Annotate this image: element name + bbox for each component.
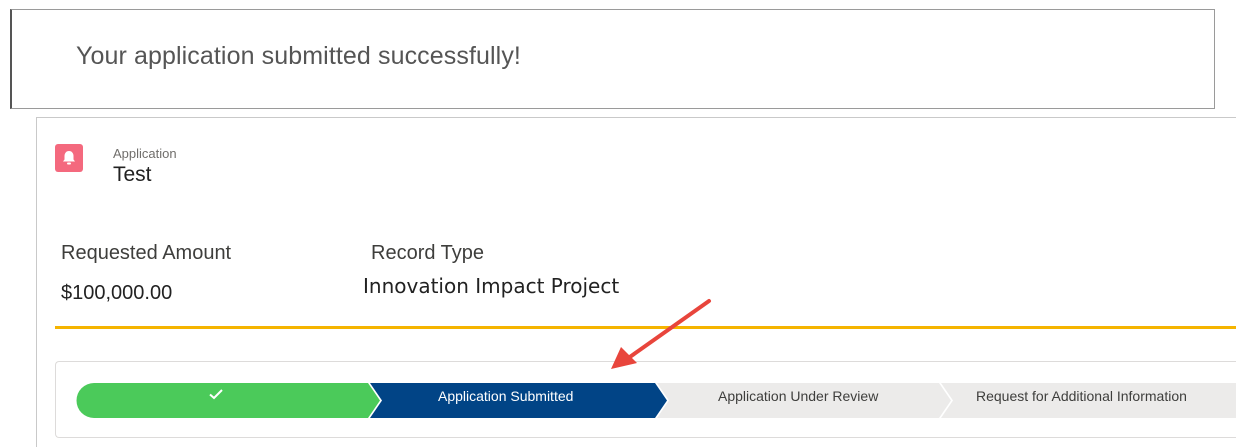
annotation-arrow — [611, 299, 711, 369]
object-type-label: Application — [113, 146, 177, 161]
path-stage-complete — [76, 383, 380, 418]
requested-amount-label: Requested Amount — [61, 242, 232, 264]
stage-application-under-review[interactable]: Application Under Review — [718, 388, 878, 404]
check-icon — [206, 384, 226, 404]
stage-application-submitted[interactable]: Application Submitted — [438, 388, 573, 404]
record-type-label: Record Type — [371, 242, 485, 264]
requested-amount-value: $100,000.00 — [61, 282, 173, 304]
bell-icon — [55, 144, 83, 172]
record-type-value: Innovation Impact Project — [363, 274, 620, 298]
record-name: Test — [113, 163, 152, 186]
stage-request-additional-info[interactable]: Request for Additional Information — [976, 388, 1187, 404]
toast-message: Your application submitted successfully! — [76, 42, 521, 70]
success-toast: Your application submitted successfully! — [10, 9, 1215, 109]
record-page: Application Test Requested Amount $100,0… — [36, 117, 1236, 447]
